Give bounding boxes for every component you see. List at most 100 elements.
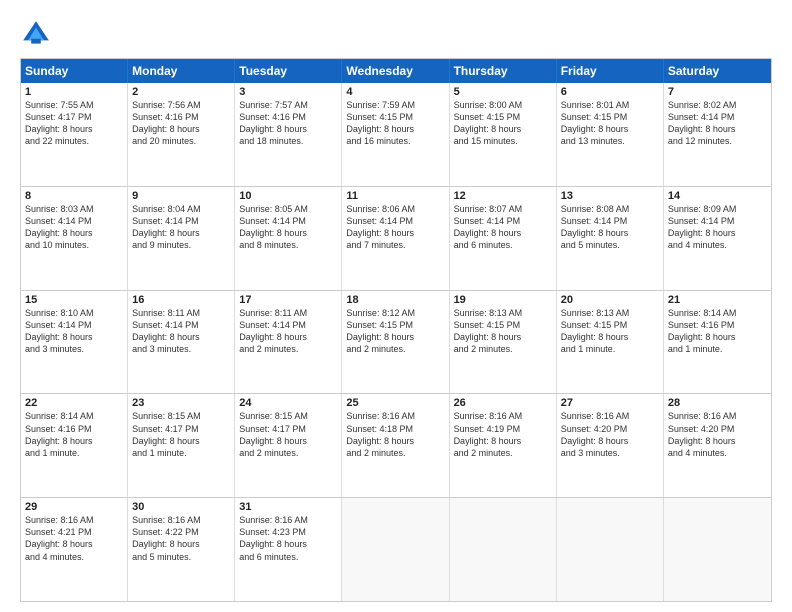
cell-line: and 15 minutes. (454, 135, 552, 147)
cell-line: Sunset: 4:15 PM (346, 111, 444, 123)
cell-line: Sunset: 4:20 PM (668, 423, 767, 435)
day-number: 19 (454, 294, 552, 306)
day-number: 22 (25, 397, 123, 409)
cell-line: Daylight: 8 hours (25, 538, 123, 550)
day-cell-7: 7Sunrise: 8:02 AMSunset: 4:14 PMDaylight… (664, 83, 771, 186)
cell-line: Sunrise: 8:14 AM (668, 307, 767, 319)
day-cell-15: 15Sunrise: 8:10 AMSunset: 4:14 PMDayligh… (21, 291, 128, 394)
cell-line: Sunset: 4:23 PM (239, 526, 337, 538)
cell-line: Sunrise: 8:04 AM (132, 203, 230, 215)
cell-line: and 4 minutes. (668, 447, 767, 459)
cell-line: Sunset: 4:14 PM (454, 215, 552, 227)
day-cell-27: 27Sunrise: 8:16 AMSunset: 4:20 PMDayligh… (557, 394, 664, 497)
day-number: 24 (239, 397, 337, 409)
day-cell-6: 6Sunrise: 8:01 AMSunset: 4:15 PMDaylight… (557, 83, 664, 186)
day-cell-2: 2Sunrise: 7:56 AMSunset: 4:16 PMDaylight… (128, 83, 235, 186)
cell-line: and 2 minutes. (239, 447, 337, 459)
day-cell-30: 30Sunrise: 8:16 AMSunset: 4:22 PMDayligh… (128, 498, 235, 601)
day-number: 23 (132, 397, 230, 409)
day-cell-3: 3Sunrise: 7:57 AMSunset: 4:16 PMDaylight… (235, 83, 342, 186)
cell-line: and 3 minutes. (25, 343, 123, 355)
cell-line: Sunrise: 8:14 AM (25, 410, 123, 422)
day-cell-25: 25Sunrise: 8:16 AMSunset: 4:18 PMDayligh… (342, 394, 449, 497)
cell-line: Sunrise: 8:16 AM (561, 410, 659, 422)
cell-line: Daylight: 8 hours (561, 123, 659, 135)
cell-line: Daylight: 8 hours (132, 435, 230, 447)
cell-line: Sunset: 4:15 PM (561, 319, 659, 331)
weekday-header-sunday: Sunday (21, 59, 128, 83)
cell-line: Sunrise: 8:05 AM (239, 203, 337, 215)
cell-line: Daylight: 8 hours (454, 227, 552, 239)
weekday-header-wednesday: Wednesday (342, 59, 449, 83)
cell-line: Sunrise: 7:55 AM (25, 99, 123, 111)
cell-line: Sunrise: 8:01 AM (561, 99, 659, 111)
day-cell-13: 13Sunrise: 8:08 AMSunset: 4:14 PMDayligh… (557, 187, 664, 290)
cell-line: and 20 minutes. (132, 135, 230, 147)
day-cell-4: 4Sunrise: 7:59 AMSunset: 4:15 PMDaylight… (342, 83, 449, 186)
cell-line: Sunset: 4:17 PM (132, 423, 230, 435)
cell-line: and 2 minutes. (454, 447, 552, 459)
day-number: 3 (239, 86, 337, 98)
day-number: 8 (25, 190, 123, 202)
cell-line: and 6 minutes. (239, 551, 337, 563)
cell-line: Sunset: 4:14 PM (132, 215, 230, 227)
day-cell-14: 14Sunrise: 8:09 AMSunset: 4:14 PMDayligh… (664, 187, 771, 290)
cell-line: Daylight: 8 hours (346, 123, 444, 135)
cell-line: Daylight: 8 hours (561, 435, 659, 447)
day-number: 15 (25, 294, 123, 306)
cell-line: Sunset: 4:14 PM (25, 319, 123, 331)
day-number: 18 (346, 294, 444, 306)
cell-line: Sunrise: 8:00 AM (454, 99, 552, 111)
cell-line: Sunset: 4:15 PM (454, 319, 552, 331)
day-number: 27 (561, 397, 659, 409)
weekday-header-saturday: Saturday (664, 59, 771, 83)
day-number: 2 (132, 86, 230, 98)
cell-line: Sunset: 4:19 PM (454, 423, 552, 435)
cell-line: and 2 minutes. (454, 343, 552, 355)
calendar-row-2: 8Sunrise: 8:03 AMSunset: 4:14 PMDaylight… (21, 186, 771, 290)
day-cell-20: 20Sunrise: 8:13 AMSunset: 4:15 PMDayligh… (557, 291, 664, 394)
cell-line: Sunrise: 8:13 AM (561, 307, 659, 319)
calendar: SundayMondayTuesdayWednesdayThursdayFrid… (20, 58, 772, 602)
day-cell-29: 29Sunrise: 8:16 AMSunset: 4:21 PMDayligh… (21, 498, 128, 601)
logo (20, 18, 56, 50)
cell-line: Sunset: 4:17 PM (25, 111, 123, 123)
day-cell-8: 8Sunrise: 8:03 AMSunset: 4:14 PMDaylight… (21, 187, 128, 290)
day-cell-31: 31Sunrise: 8:16 AMSunset: 4:23 PMDayligh… (235, 498, 342, 601)
cell-line: Daylight: 8 hours (25, 123, 123, 135)
cell-line: Sunrise: 8:09 AM (668, 203, 767, 215)
cell-line: and 7 minutes. (346, 239, 444, 251)
day-cell-9: 9Sunrise: 8:04 AMSunset: 4:14 PMDaylight… (128, 187, 235, 290)
day-number: 28 (668, 397, 767, 409)
cell-line: Sunset: 4:14 PM (668, 111, 767, 123)
cell-line: Daylight: 8 hours (561, 227, 659, 239)
day-cell-5: 5Sunrise: 8:00 AMSunset: 4:15 PMDaylight… (450, 83, 557, 186)
cell-line: Sunset: 4:16 PM (668, 319, 767, 331)
cell-line: Sunrise: 8:02 AM (668, 99, 767, 111)
cell-line: and 4 minutes. (668, 239, 767, 251)
cell-line: Sunrise: 8:16 AM (132, 514, 230, 526)
day-cell-10: 10Sunrise: 8:05 AMSunset: 4:14 PMDayligh… (235, 187, 342, 290)
cell-line: Daylight: 8 hours (132, 538, 230, 550)
day-cell-19: 19Sunrise: 8:13 AMSunset: 4:15 PMDayligh… (450, 291, 557, 394)
header (20, 18, 772, 50)
day-number: 4 (346, 86, 444, 98)
day-cell-23: 23Sunrise: 8:15 AMSunset: 4:17 PMDayligh… (128, 394, 235, 497)
cell-line: Sunrise: 7:56 AM (132, 99, 230, 111)
weekday-header-friday: Friday (557, 59, 664, 83)
calendar-body: 1Sunrise: 7:55 AMSunset: 4:17 PMDaylight… (21, 83, 771, 601)
cell-line: Sunrise: 8:11 AM (132, 307, 230, 319)
weekday-header-thursday: Thursday (450, 59, 557, 83)
cell-line: Daylight: 8 hours (668, 227, 767, 239)
cell-line: Sunrise: 8:16 AM (668, 410, 767, 422)
day-number: 11 (346, 190, 444, 202)
cell-line: and 6 minutes. (454, 239, 552, 251)
cell-line: Sunset: 4:14 PM (561, 215, 659, 227)
cell-line: and 1 minute. (25, 447, 123, 459)
cell-line: Daylight: 8 hours (454, 331, 552, 343)
weekday-header-tuesday: Tuesday (235, 59, 342, 83)
day-cell-11: 11Sunrise: 8:06 AMSunset: 4:14 PMDayligh… (342, 187, 449, 290)
cell-line: Daylight: 8 hours (668, 331, 767, 343)
cell-line: Sunset: 4:14 PM (668, 215, 767, 227)
cell-line: and 12 minutes. (668, 135, 767, 147)
